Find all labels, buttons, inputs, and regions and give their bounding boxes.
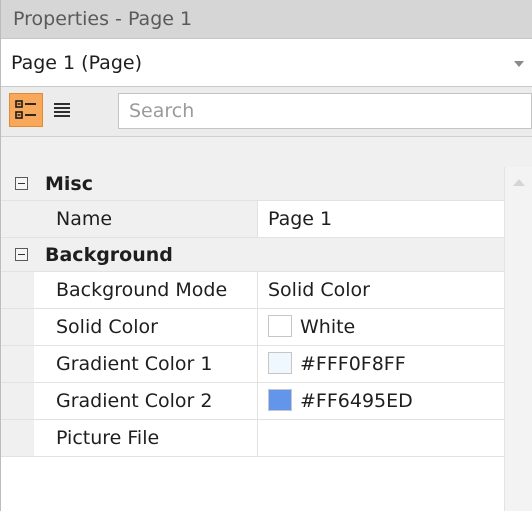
property-row-background-mode[interactable]: Background Mode Solid Color	[1, 272, 504, 309]
color-swatch	[268, 388, 292, 411]
property-grid: Misc Name Page 1 Background Background M…	[1, 167, 532, 511]
dropdown-arrow-icon[interactable]	[514, 61, 524, 67]
panel-title: Properties - Page 1	[1, 0, 532, 39]
property-value[interactable]: Page 1	[258, 201, 504, 237]
property-value[interactable]: Solid Color	[258, 272, 504, 308]
color-swatch	[268, 351, 292, 374]
property-rows: Misc Name Page 1 Background Background M…	[1, 167, 504, 511]
scroll-up-arrow-icon[interactable]	[513, 179, 525, 186]
property-value[interactable]: #FFF0F8FF	[258, 346, 504, 382]
category-label: Background	[45, 244, 173, 266]
object-selector-dropdown[interactable]: Page 1 (Page)	[1, 39, 532, 87]
property-value[interactable]	[258, 420, 504, 456]
categorized-view-button[interactable]	[9, 93, 43, 127]
search-input[interactable]	[119, 94, 531, 128]
property-name: Picture File	[34, 420, 258, 456]
property-name: Gradient Color 2	[34, 383, 258, 419]
property-value[interactable]: White	[258, 309, 504, 345]
category-background[interactable]: Background	[1, 238, 504, 272]
property-name: Background Mode	[34, 272, 258, 308]
property-name: Name	[34, 201, 258, 237]
property-row-name[interactable]: Name Page 1	[1, 201, 504, 238]
color-swatch	[268, 314, 292, 337]
alphabetical-view-icon	[54, 103, 70, 117]
property-row-solid-color[interactable]: Solid Color White	[1, 309, 504, 346]
properties-toolbar	[1, 87, 532, 137]
category-label: Misc	[45, 173, 93, 195]
property-row-gradient-color-1[interactable]: Gradient Color 1 #FFF0F8FF	[1, 346, 504, 383]
vertical-scrollbar[interactable]	[504, 167, 532, 511]
object-selector-value: Page 1 (Page)	[11, 52, 142, 74]
collapse-icon[interactable]	[15, 248, 28, 261]
properties-panel: Properties - Page 1 Page 1 (Page) Search…	[0, 0, 532, 511]
property-name: Solid Color	[34, 309, 258, 345]
search-box[interactable]	[118, 93, 532, 129]
property-row-picture-file[interactable]: Picture File	[1, 420, 504, 457]
property-row-gradient-color-2[interactable]: Gradient Color 2 #FF6495ED	[1, 383, 504, 420]
categorized-view-icon	[15, 100, 36, 119]
property-value[interactable]: #FF6495ED	[258, 383, 504, 419]
property-name: Gradient Color 1	[34, 346, 258, 382]
category-misc[interactable]: Misc	[1, 167, 504, 201]
collapse-icon[interactable]	[15, 177, 28, 190]
alphabetical-view-button[interactable]	[45, 93, 79, 127]
